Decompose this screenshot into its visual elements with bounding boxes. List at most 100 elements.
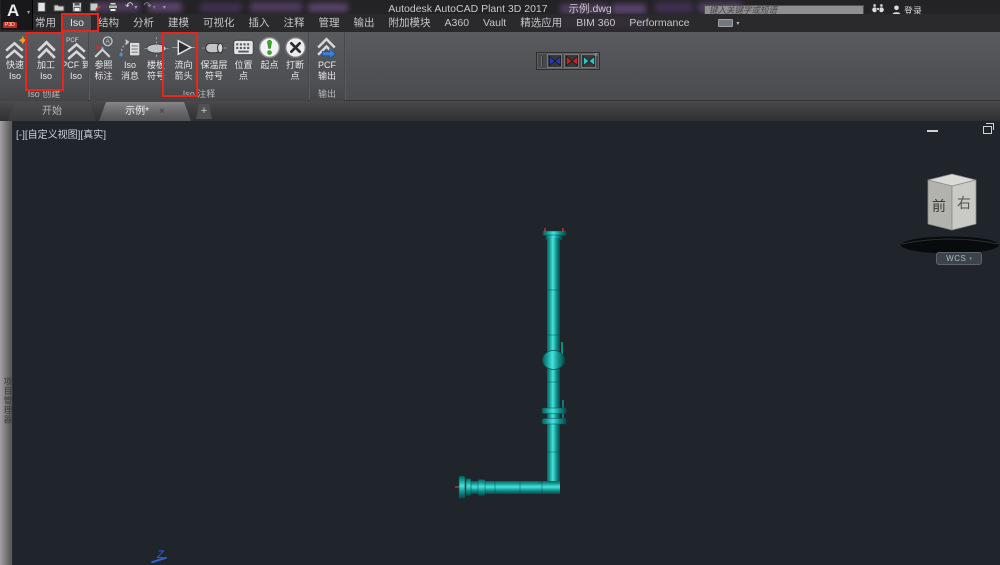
pcf-export-icon [316, 37, 337, 60]
project-manager-palette-bar[interactable]: 项目管理器 [0, 121, 13, 565]
pcf-to-iso-button[interactable]: PCF PCF 到 Iso [61, 34, 91, 88]
save-icon[interactable] [71, 0, 83, 14]
application-menu-button[interactable]: A P3D ▾ [1, 0, 33, 30]
tab-analysis[interactable]: 分析 [126, 14, 161, 32]
drawing-area[interactable]: 项目管理器 [-][自定义视图][真实] 前 右 WCS ▾ Z [0, 121, 1000, 565]
help-search-input[interactable] [703, 4, 864, 14]
start-point-button[interactable]: 起点 [257, 34, 282, 88]
panel-export: PCF 输出 输出 [310, 32, 344, 101]
production-iso-button[interactable]: 加工 Iso [28, 34, 64, 88]
panel-separator [344, 32, 346, 100]
panel-label-iso-annotate[interactable]: Iso 注释 [90, 88, 308, 101]
viewport-controls-label[interactable]: [-][自定义视图][真实] [16, 126, 106, 141]
valve-red-icon [565, 56, 578, 66]
start-point-icon [258, 36, 281, 59]
tab-output[interactable]: 输出 [347, 14, 382, 32]
insulation-symbol-button[interactable]: 保温层 符号 [198, 34, 230, 88]
valve-blue-icon [548, 56, 561, 66]
svg-text:A: A [105, 39, 110, 46]
undo-icon[interactable]: ↶ ▾ [125, 0, 137, 14]
ribbon-toggle-icon [718, 19, 734, 27]
infocenter: 登录 [703, 1, 922, 14]
slab-symbol-icon [144, 37, 168, 58]
title-bar: ↶ ▾ ↷ ▾ ▾ Autodesk AutoCAD Plant 3D 2017… [0, 0, 1000, 14]
ribbon-display-toggle[interactable]: ▾ [718, 14, 739, 32]
joint-flange-lower [541, 418, 567, 425]
pipe-end-flange [465, 478, 472, 496]
panel-iso-annotate: A 参照 标注 Iso 消息 楼板 符号 流向 箭头 保温层 符号 位置 点 起… [90, 32, 308, 101]
plant3d-badge: P3D [3, 22, 17, 28]
joint-flange-upper [541, 407, 567, 414]
chevron-down-icon: ▾ [969, 255, 972, 262]
tab-performance[interactable]: Performance [622, 14, 696, 32]
pipe-model[interactable] [420, 220, 620, 520]
tab-a360[interactable]: A360 [438, 14, 477, 32]
viewport-restore-icon[interactable] [983, 123, 994, 134]
location-point-button[interactable]: 位置 点 [230, 34, 257, 88]
save-as-icon[interactable] [89, 0, 101, 14]
valve-body [542, 350, 565, 370]
tab-featured-apps[interactable]: 精选应用 [513, 14, 569, 32]
qat-dropdown-icon[interactable]: ▾ [162, 0, 166, 14]
wcs-dropdown-button[interactable]: WCS ▾ [936, 252, 982, 265]
tab-manage[interactable]: 管理 [312, 14, 347, 32]
quick-iso-button[interactable]: 快速 Iso [2, 34, 28, 88]
search-binoculars-icon[interactable] [871, 1, 885, 14]
production-iso-icon [36, 40, 56, 59]
open-file-icon[interactable] [53, 0, 65, 14]
chevron-down-icon: ▾ [134, 4, 138, 11]
tab-vault[interactable]: Vault [476, 14, 513, 32]
viewport-minimize-icon[interactable] [927, 130, 938, 132]
panel-label-export[interactable]: 输出 [310, 88, 344, 101]
valve-blue-button[interactable] [547, 54, 562, 68]
new-file-icon[interactable] [36, 0, 47, 14]
tab-home[interactable]: 常用 [28, 14, 63, 32]
flow-arrow-icon [172, 39, 195, 56]
viewcube-right-label: 右 [957, 195, 971, 211]
tab-bim360[interactable]: BIM 360 [569, 14, 622, 32]
pipe-coupling [477, 479, 486, 496]
undo-glyph: ↶ [125, 1, 134, 12]
break-point-button[interactable]: 打断 点 [282, 34, 308, 88]
tab-visualization[interactable]: 可视化 [196, 14, 242, 32]
valve-red-button[interactable] [564, 54, 579, 68]
pipe-end-flange [458, 475, 466, 499]
quick-access-toolbar: ↶ ▾ ↷ ▾ ▾ [36, 0, 166, 14]
break-point-icon [284, 36, 306, 59]
reference-dimension-button[interactable]: A 参照 标注 [90, 34, 117, 88]
flow-arrow-button[interactable]: 流向 箭头 [169, 34, 198, 88]
signin-button[interactable]: 登录 [892, 4, 922, 14]
pcf-export-button[interactable]: PCF 输出 [310, 34, 344, 88]
floating-valve-toolbar: × [536, 52, 600, 70]
chevron-down-icon: ▾ [162, 4, 166, 11]
redo-icon[interactable]: ↷ ▾ [143, 0, 155, 14]
tab-modeling[interactable]: 建模 [161, 14, 196, 32]
tab-iso[interactable]: Iso [63, 14, 92, 32]
file-tab-active-document[interactable]: 示例* × [99, 102, 191, 121]
quick-iso-icon [4, 36, 27, 59]
document-name-text: 示例.dwg [568, 3, 612, 14]
panel-label-iso-create[interactable]: Iso 创建 [0, 88, 88, 101]
user-icon [892, 5, 901, 14]
redo-glyph: ↷ [143, 1, 152, 12]
tab-structure[interactable]: 结构 [91, 14, 126, 32]
tab-insert[interactable]: 插入 [242, 14, 277, 32]
ribbon-tab-bar: 常用 Iso 结构 分析 建模 可视化 插入 注释 管理 输出 附加模块 A36… [0, 14, 1000, 32]
slab-symbol-button[interactable]: 楼板 符号 [143, 34, 169, 88]
close-icon[interactable]: × [594, 52, 598, 59]
file-tab-start[interactable]: 开始 [8, 102, 96, 121]
new-drawing-tab-button[interactable]: + [196, 104, 212, 119]
svg-text:PCF: PCF [66, 37, 79, 44]
file-tab-bar: 开始 示例* × + [0, 101, 1000, 121]
tab-addins[interactable]: 附加模块 [382, 14, 438, 32]
chevron-down-icon: ▾ [26, 10, 30, 16]
iso-message-icon [118, 39, 140, 57]
plot-icon[interactable] [107, 0, 119, 14]
close-icon[interactable]: × [159, 106, 165, 117]
tab-annotate[interactable]: 注释 [277, 14, 312, 32]
iso-message-button[interactable]: Iso 消息 [117, 34, 143, 88]
viewcube-front-label: 前 [932, 198, 946, 214]
app-title-text: Autodesk AutoCAD Plant 3D 2017 [388, 3, 548, 14]
toolbar-grip-handle[interactable] [541, 55, 543, 67]
palette-title: 项目管理器 [3, 377, 13, 425]
